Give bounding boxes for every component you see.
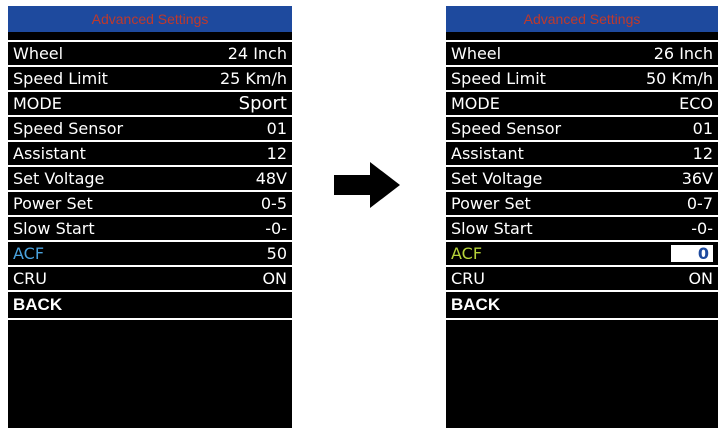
- left-display-screen: Advanced Settings Wheel 24 Inch Speed Li…: [8, 6, 292, 428]
- setting-label: ACF: [13, 244, 45, 263]
- setting-value: 26 Inch: [653, 44, 713, 63]
- setting-label: MODE: [13, 94, 62, 113]
- setting-value: 24 Inch: [227, 44, 287, 63]
- setting-value: Sport: [238, 93, 287, 114]
- setting-row-slow-start[interactable]: Slow Start -0-: [8, 217, 292, 242]
- setting-label: Slow Start: [451, 219, 533, 238]
- setting-label: Set Voltage: [13, 169, 105, 188]
- setting-value: 0-7: [686, 194, 713, 213]
- setting-row-speed-sensor[interactable]: Speed Sensor 01: [446, 117, 718, 142]
- setting-value: ECO: [679, 94, 713, 113]
- setting-value: 25 Km/h: [219, 69, 287, 88]
- setting-value: 01: [266, 119, 287, 138]
- screen-title: Advanced Settings: [446, 6, 718, 32]
- setting-value: -0-: [691, 219, 713, 238]
- setting-row-speed-limit[interactable]: Speed Limit 25 Km/h: [8, 67, 292, 92]
- setting-value: -0-: [265, 219, 287, 238]
- setting-row-speed-limit[interactable]: Speed Limit 50 Km/h: [446, 67, 718, 92]
- setting-row-mode[interactable]: MODE ECO: [446, 92, 718, 117]
- setting-value: 12: [266, 144, 287, 163]
- setting-value: 36V: [681, 169, 713, 188]
- right-arrow-icon: [334, 162, 400, 208]
- back-button[interactable]: BACK: [446, 292, 718, 320]
- setting-row-mode[interactable]: MODE Sport: [8, 92, 292, 117]
- setting-row-speed-sensor[interactable]: Speed Sensor 01: [8, 117, 292, 142]
- setting-label: Speed Sensor: [451, 119, 562, 138]
- setting-row-wheel[interactable]: Wheel 26 Inch: [446, 40, 718, 67]
- setting-row-power-set[interactable]: Power Set 0-7: [446, 192, 718, 217]
- setting-row-set-voltage[interactable]: Set Voltage 36V: [446, 167, 718, 192]
- setting-label: Wheel: [451, 44, 502, 63]
- setting-row-cru[interactable]: CRU ON: [446, 267, 718, 292]
- setting-row-wheel[interactable]: Wheel 24 Inch: [8, 40, 292, 67]
- setting-label: Set Voltage: [451, 169, 543, 188]
- setting-label: CRU: [13, 269, 47, 288]
- setting-row-cru[interactable]: CRU ON: [8, 267, 292, 292]
- setting-label: Power Set: [13, 194, 93, 213]
- setting-label: CRU: [451, 269, 485, 288]
- setting-label: MODE: [451, 94, 500, 113]
- setting-row-power-set[interactable]: Power Set 0-5: [8, 192, 292, 217]
- setting-row-acf[interactable]: ACF 50: [8, 242, 292, 267]
- setting-value: 12: [692, 144, 713, 163]
- setting-value: 48V: [255, 169, 287, 188]
- setting-label: Wheel: [13, 44, 64, 63]
- setting-label: Power Set: [451, 194, 531, 213]
- setting-row-set-voltage[interactable]: Set Voltage 48V: [8, 167, 292, 192]
- setting-value: 0-5: [260, 194, 287, 213]
- setting-value: 50 Km/h: [645, 69, 713, 88]
- setting-value: 01: [692, 119, 713, 138]
- setting-value: 50: [266, 244, 287, 263]
- setting-label: Slow Start: [13, 219, 95, 238]
- setting-value: ON: [688, 269, 713, 288]
- setting-label: Speed Limit: [13, 69, 108, 88]
- setting-label: Speed Limit: [451, 69, 546, 88]
- back-button[interactable]: BACK: [8, 292, 292, 320]
- setting-value: ON: [262, 269, 287, 288]
- setting-label: Assistant: [13, 144, 86, 163]
- setting-row-assistant[interactable]: Assistant 12: [8, 142, 292, 167]
- setting-label: Speed Sensor: [13, 119, 124, 138]
- setting-label: ACF: [451, 244, 483, 263]
- setting-row-acf[interactable]: ACF 0: [446, 242, 718, 267]
- screen-title: Advanced Settings: [8, 6, 292, 32]
- setting-row-slow-start[interactable]: Slow Start -0-: [446, 217, 718, 242]
- acf-value-input[interactable]: 0: [671, 245, 713, 262]
- right-display-screen: Advanced Settings Wheel 26 Inch Speed Li…: [446, 6, 718, 428]
- setting-row-assistant[interactable]: Assistant 12: [446, 142, 718, 167]
- setting-label: Assistant: [451, 144, 524, 163]
